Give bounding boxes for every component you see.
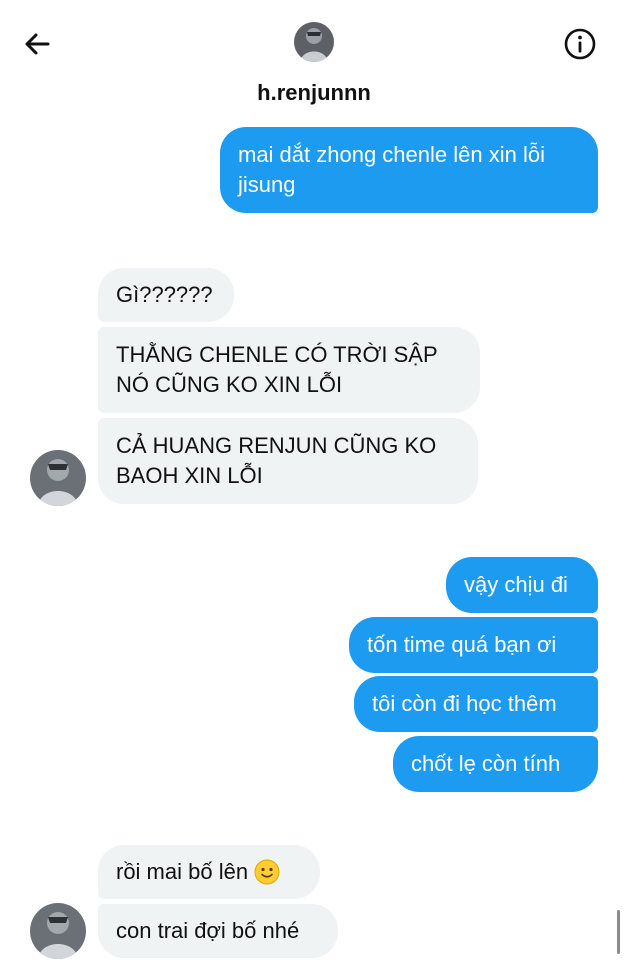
message-bubble-incoming[interactable]: rồi mai bố lên xyxy=(98,845,320,899)
scrollbar[interactable] xyxy=(617,910,620,954)
message-bubble-outgoing[interactable]: tôi còn đi học thêm xyxy=(354,676,598,732)
message-text: mai dắt zhong chenle lên xin lỗi jisung xyxy=(238,142,545,197)
message-bubble-incoming[interactable]: THẰNG CHENLE CÓ TRỜI SẬP NÓ CŨNG KO XIN … xyxy=(98,327,480,413)
message-text: vậy chịu đi xyxy=(464,572,568,597)
header-avatar[interactable] xyxy=(294,22,334,62)
message-text: con trai đợi bố nhé xyxy=(116,918,300,943)
message-bubble-outgoing[interactable]: mai dắt zhong chenle lên xin lỗi jisung xyxy=(220,127,598,213)
chat-username[interactable]: h.renjunnn xyxy=(0,80,628,106)
message-text: tôi còn đi học thêm xyxy=(372,691,557,716)
arrow-left-icon[interactable] xyxy=(20,26,56,62)
info-circle-icon[interactable] xyxy=(562,26,598,62)
sender-avatar[interactable] xyxy=(30,903,86,959)
message-text: THẰNG CHENLE CÓ TRỜI SẬP NÓ CŨNG KO XIN … xyxy=(116,342,438,397)
message-bubble-incoming[interactable]: Gì?????? xyxy=(98,268,234,322)
chat-header: h.renjunnn xyxy=(0,0,628,120)
message-text: tốn time quá bạn ơi xyxy=(367,632,557,657)
message-text: chốt lẹ còn tính xyxy=(411,751,561,776)
message-text: rồi mai bố lên xyxy=(116,859,249,884)
message-bubble-incoming[interactable]: con trai đợi bố nhé xyxy=(98,904,338,958)
message-text: CẢ HUANG RENJUN CŨNG KO BAOH XIN LỖI xyxy=(116,433,437,488)
message-bubble-incoming[interactable]: CẢ HUANG RENJUN CŨNG KO BAOH XIN LỖI xyxy=(98,418,478,504)
message-bubble-outgoing[interactable]: chốt lẹ còn tính xyxy=(393,736,598,792)
slightly-smiling-face-icon xyxy=(254,859,280,885)
message-bubble-outgoing[interactable]: tốn time quá bạn ơi xyxy=(349,617,598,673)
message-text: Gì?????? xyxy=(116,282,213,307)
sender-avatar[interactable] xyxy=(30,450,86,506)
message-bubble-outgoing[interactable]: vậy chịu đi xyxy=(446,557,598,613)
